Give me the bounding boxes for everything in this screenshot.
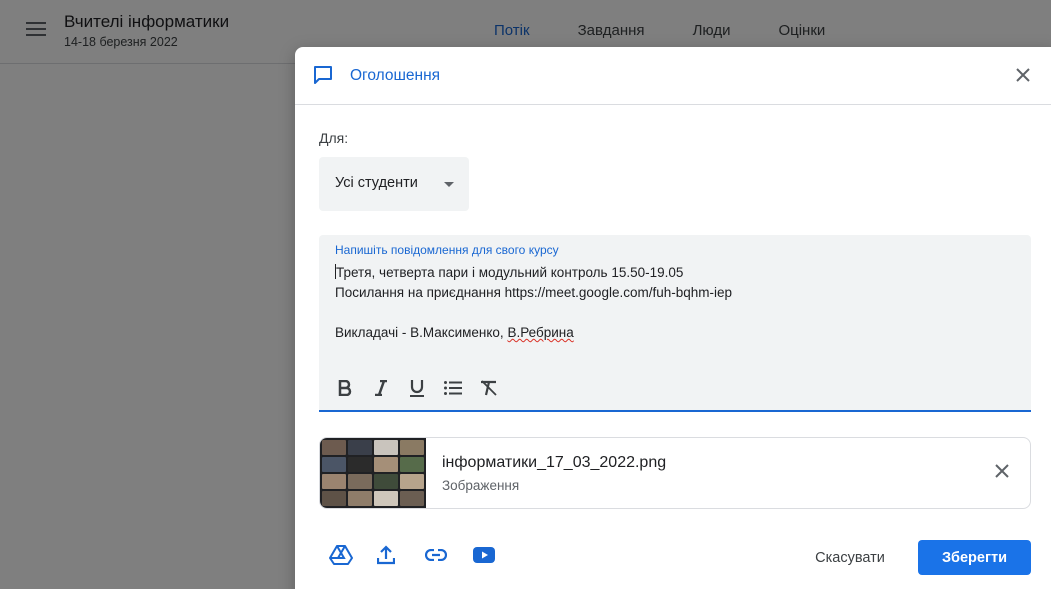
message-line — [335, 303, 1015, 323]
for-label: Для: — [319, 130, 349, 146]
attachment-thumbnail — [320, 438, 426, 508]
message-text[interactable]: Третя, четверта пари і модульний контрол… — [335, 263, 1015, 343]
bulleted-list-icon — [444, 380, 462, 400]
attachment-card[interactable]: інформатики_17_03_2022.png Зображення — [319, 437, 1031, 509]
cancel-button[interactable]: Скасувати — [803, 540, 897, 576]
dropdown-arrow-icon — [444, 182, 454, 187]
attachment-type: Зображення — [442, 478, 520, 493]
close-icon — [995, 463, 1009, 483]
clear-formatting-button[interactable] — [471, 375, 507, 405]
message-label: Напишіть повідомлення для свого курсу — [335, 243, 559, 257]
audience-select[interactable]: Усі студенти — [319, 157, 469, 211]
remove-attachment-button[interactable] — [988, 459, 1016, 487]
dialog-title: Оголошення — [350, 67, 441, 84]
underline-icon — [409, 379, 425, 402]
dialog-header: Оголошення — [295, 47, 1051, 105]
bold-button[interactable] — [327, 375, 363, 405]
announcement-dialog: Оголошення Для: Усі студенти Напишіть по… — [295, 47, 1051, 589]
google-drive-icon — [329, 544, 353, 571]
add-attachment-toolbar — [325, 542, 517, 572]
save-button[interactable]: Зберегти — [918, 540, 1031, 575]
message-editor[interactable]: Напишіть повідомлення для свого курсу Тр… — [319, 235, 1031, 412]
close-icon — [1016, 67, 1030, 87]
underline-button[interactable] — [399, 375, 435, 405]
italic-icon — [374, 379, 388, 401]
add-drive-button[interactable] — [325, 542, 373, 572]
clear-formatting-icon — [480, 379, 498, 401]
link-icon — [424, 548, 448, 566]
close-button[interactable] — [1008, 62, 1038, 92]
attachment-name[interactable]: інформатики_17_03_2022.png — [442, 454, 666, 472]
announcement-icon — [312, 64, 334, 91]
message-line: Посилання на приєднання https://meet.goo… — [335, 285, 733, 300]
formatting-toolbar — [327, 375, 507, 405]
message-line: Викладачі - В.Максименко, В.Ребрина — [335, 325, 574, 340]
message-line: Третя, четверта пари і модульний контрол… — [335, 264, 684, 280]
add-youtube-button[interactable] — [469, 542, 517, 572]
youtube-icon — [473, 546, 495, 568]
add-link-button[interactable] — [421, 542, 469, 572]
bulleted-list-button[interactable] — [435, 375, 471, 405]
bold-icon — [338, 379, 352, 401]
misspelled-word: В.Ребрина — [507, 325, 574, 340]
upload-file-button[interactable] — [373, 542, 421, 572]
upload-icon — [376, 544, 396, 570]
italic-button[interactable] — [363, 375, 399, 405]
audience-value: Усі студенти — [335, 175, 418, 191]
